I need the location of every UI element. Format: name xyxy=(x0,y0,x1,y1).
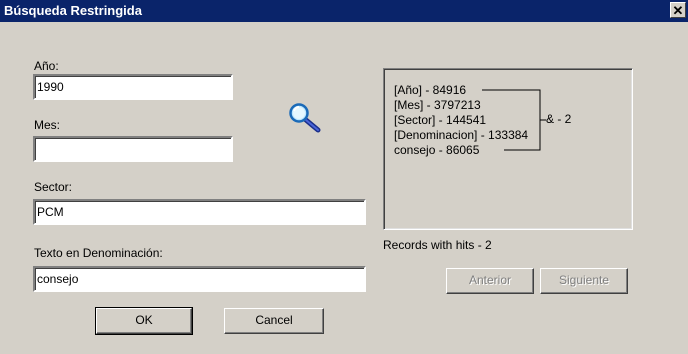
close-icon: ✕ xyxy=(672,3,684,18)
results-panel: [Año] - 84916 [Mes] - 3797213 [Sector] -… xyxy=(383,68,633,230)
text-label: Texto en Denominación: xyxy=(34,246,163,260)
year-input[interactable]: 1990 xyxy=(33,74,233,100)
ok-button[interactable]: OK xyxy=(95,307,193,335)
records-summary: Records with hits - 2 xyxy=(383,238,492,252)
previous-button[interactable]: Anterior xyxy=(446,268,534,294)
cancel-button[interactable]: Cancel xyxy=(224,308,324,334)
sector-label: Sector: xyxy=(34,180,73,194)
month-label: Mes: xyxy=(34,118,61,132)
next-button[interactable]: Siguiente xyxy=(540,268,628,294)
month-input[interactable] xyxy=(33,136,233,162)
combined-result: & - 2 xyxy=(546,112,572,126)
title-bar: Búsqueda Restringida ✕ xyxy=(0,0,688,22)
text-input[interactable]: consejo xyxy=(33,266,366,292)
results-bracket xyxy=(482,89,546,151)
magnifier-icon[interactable] xyxy=(288,103,322,133)
dialog-title: Búsqueda Restringida xyxy=(4,3,142,18)
close-button[interactable]: ✕ xyxy=(670,2,686,18)
sector-input[interactable]: PCM xyxy=(33,199,366,225)
year-label: Año: xyxy=(34,59,59,73)
